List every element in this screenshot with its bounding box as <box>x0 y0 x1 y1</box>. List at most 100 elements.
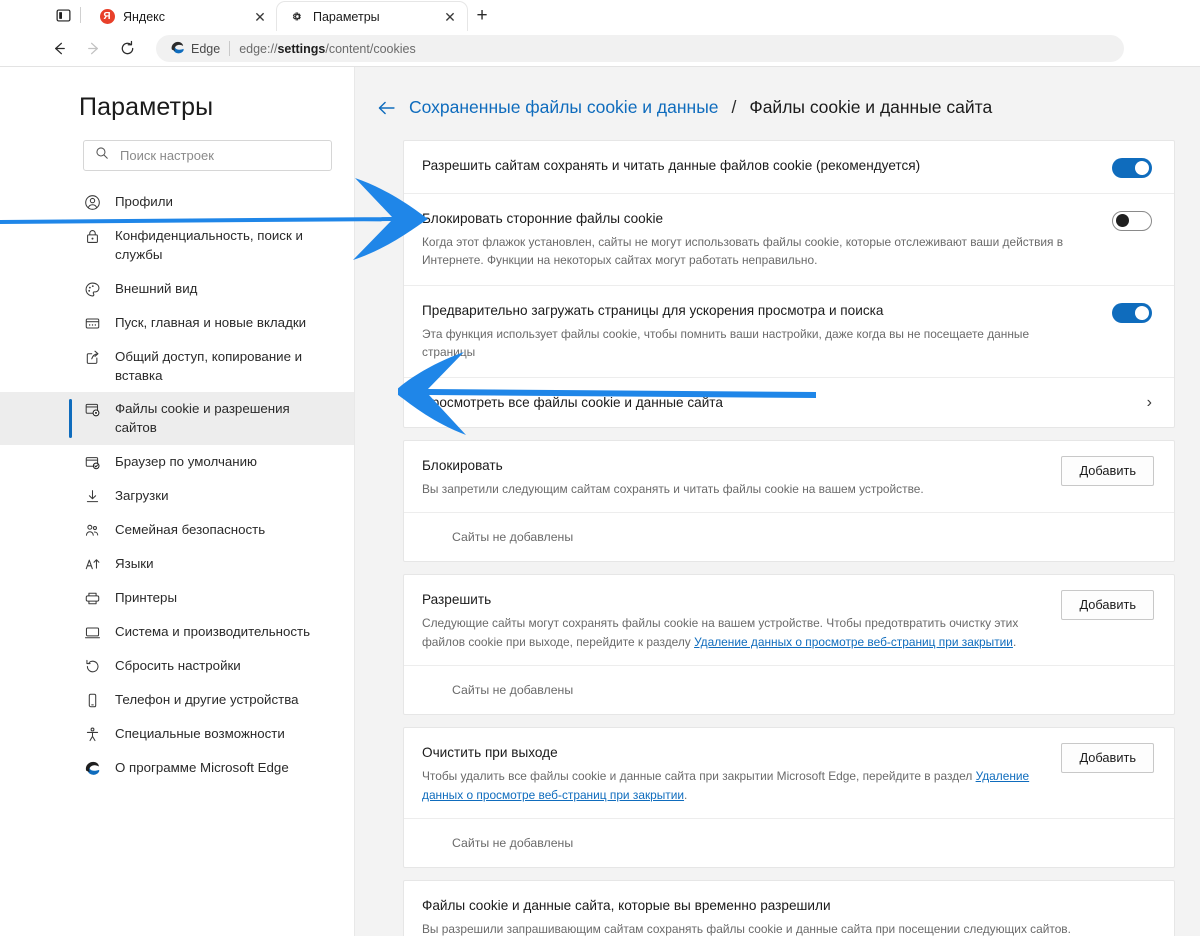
url-suffix: /content/cookies <box>325 41 416 56</box>
section-card-block: Блокировать Вы запретили следующим сайта… <box>403 439 1175 563</box>
toggle-knob <box>1135 305 1149 320</box>
back-button[interactable] <box>44 35 74 63</box>
url-prefix: edge:// <box>239 41 278 56</box>
sidebar-item-label: Пуск, главная и новые вкладки <box>115 314 307 330</box>
sidebar-item-about-edge[interactable]: О программе Microsoft Edge <box>0 751 355 785</box>
edge-brand-label: Edge <box>191 41 221 56</box>
section-description: Вы запретили следующим сайтам сохранять … <box>422 481 924 496</box>
cookie-permissions-icon <box>83 400 102 419</box>
setting-row-view-all-cookies[interactable]: Просмотреть все файлы cookie и данные са… <box>404 378 1174 427</box>
browser-toolbar: Edge edge://settings/content/cookies <box>0 31 1200 66</box>
search-input[interactable]: Поиск настроек <box>83 140 332 171</box>
section-header: Блокировать Вы запретили следующим сайта… <box>404 441 1174 514</box>
system-icon <box>83 623 102 642</box>
setting-row-block-third-party-cookies[interactable]: Блокировать сторонние файлы cookie Когда… <box>404 194 1174 286</box>
row-title: Просмотреть все файлы cookie и данные са… <box>422 394 723 410</box>
section-card-temporarily-allowed: Файлы cookie и данные сайта, которые вы … <box>403 880 1175 936</box>
empty-state-text: Сайты не добавлены <box>452 683 574 698</box>
row-description: Когда этот флажок установлен, сайты не м… <box>422 235 1064 268</box>
close-icon[interactable]: ✕ <box>251 8 269 26</box>
breadcrumb-parent-link[interactable]: Сохраненные файлы cookie и данные <box>409 97 719 118</box>
section-header: Разрешить Следующие сайты могут сохранят… <box>404 575 1174 667</box>
section-title: Разрешить <box>422 592 492 608</box>
row-text: Разрешить сайтам сохранять и читать данн… <box>422 156 1096 175</box>
reload-button[interactable] <box>112 35 142 63</box>
breadcrumb-current: Файлы cookie и данные сайта <box>749 97 993 117</box>
language-icon <box>83 555 102 574</box>
sidebar-item-label: Система и производительность <box>115 623 311 639</box>
sidebar-item-label: Файлы cookie и разрешения сайтов <box>115 401 290 436</box>
sidebar-item-label: Конфиденциальность, поиск и службы <box>115 228 303 263</box>
tab-list-icon[interactable] <box>48 1 78 29</box>
row-text: Просмотреть все файлы cookie и данные са… <box>422 393 1131 412</box>
sidebar-item-printers[interactable]: Принтеры <box>0 581 355 615</box>
close-icon[interactable]: ✕ <box>441 8 459 26</box>
sidebar-item-label: Языки <box>115 555 154 571</box>
add-button[interactable]: Добавить <box>1061 455 1154 486</box>
page-title: Параметры <box>79 93 214 121</box>
section-card-allow: Разрешить Следующие сайты могут сохранят… <box>403 574 1175 716</box>
address-bar[interactable]: Edge edge://settings/content/cookies <box>156 35 1124 62</box>
sidebar-item-family-safety[interactable]: Семейная безопасность <box>0 513 355 547</box>
sidebar-item-label: Специальные возможности <box>115 725 285 741</box>
add-button[interactable]: Добавить <box>1061 743 1154 774</box>
sidebar-item-appearance[interactable]: Внешний вид <box>0 272 355 306</box>
sidebar-item-start-home-newtabs[interactable]: Пуск, главная и новые вкладки <box>0 306 355 340</box>
sidebar-item-cookies-and-site-permissions[interactable]: Файлы cookie и разрешения сайтов <box>0 392 355 445</box>
cookie-settings-card: Разрешить сайтам сохранять и читать данн… <box>403 140 1175 428</box>
sidebar-item-label: О программе Microsoft Edge <box>115 759 289 775</box>
sidebar-item-languages[interactable]: Языки <box>0 547 355 581</box>
yandex-favicon-letter: Я <box>99 9 115 24</box>
lock-icon <box>83 227 102 246</box>
toggle-block-third-party-cookies[interactable] <box>1112 211 1152 231</box>
section-card-clear-on-exit: Очистить при выходе Чтобы удалить все фа… <box>403 727 1175 869</box>
row-title: Разрешить сайтам сохранять и читать данн… <box>422 158 921 173</box>
add-button[interactable]: Добавить <box>1061 590 1154 621</box>
sidebar-item-phone-and-devices[interactable]: Телефон и другие устройства <box>0 683 355 717</box>
sidebar-item-privacy[interactable]: Конфиденциальность, поиск и службы <box>0 219 355 272</box>
sidebar-item-profiles[interactable]: Профили <box>0 185 355 219</box>
section-title: Очистить при выходе <box>422 745 558 761</box>
empty-state-text: Сайты не добавлены <box>452 836 574 851</box>
setting-row-preload-pages[interactable]: Предварительно загружать страницы для ус… <box>404 286 1174 378</box>
chevron-right-icon[interactable]: › <box>1147 394 1152 412</box>
sidebar-item-label: Телефон и другие устройства <box>115 691 299 707</box>
row-text: Очистить при выходе Чтобы удалить все фа… <box>422 743 1043 804</box>
sidebar-item-system-performance[interactable]: Система и производительность <box>0 615 355 649</box>
toggle-preload-pages[interactable] <box>1112 302 1152 323</box>
section-title: Блокировать <box>422 457 503 473</box>
sidebar-item-label: Общий доступ, копирование и вставка <box>115 348 303 383</box>
printer-icon <box>83 589 102 608</box>
new-tab-button[interactable]: + <box>467 2 497 30</box>
sidebar-item-reset-settings[interactable]: Сбросить настройки <box>0 649 355 683</box>
default-browser-icon <box>83 453 102 472</box>
sidebar-item-label: Принтеры <box>115 589 178 605</box>
tab-yandex[interactable]: Я Яндекс ✕ <box>87 2 277 31</box>
tab-strip: Я Яндекс ✕ Параметры ✕ + <box>0 0 1200 31</box>
edge-brand: Edge <box>170 40 220 58</box>
section-description: Вы разрешили запрашивающим сайтам сохран… <box>422 922 1071 936</box>
window-icon <box>83 314 102 333</box>
settings-page: Параметры Поиск настроек Профили Конфиде… <box>0 67 1200 936</box>
sidebar-item-label: Сбросить настройки <box>115 657 241 673</box>
tab-settings[interactable]: Параметры ✕ <box>277 2 467 31</box>
sidebar-item-accessibility[interactable]: Специальные возможности <box>0 717 355 751</box>
breadcrumb: Сохраненные файлы cookie и данные / Файл… <box>355 97 1200 140</box>
back-arrow-icon[interactable] <box>377 100 396 116</box>
setting-row-allow-sites-save-read-cookies[interactable]: Разрешить сайтам сохранять и читать данн… <box>404 141 1174 194</box>
family-icon <box>83 521 102 540</box>
sidebar-item-share-copy-paste[interactable]: Общий доступ, копирование и вставка <box>0 340 355 393</box>
sidebar-item-default-browser[interactable]: Браузер по умолчанию <box>0 445 355 479</box>
settings-sidebar: Параметры Поиск настроек Профили Конфиде… <box>0 67 355 936</box>
toggle-knob <box>1116 214 1129 227</box>
toggle-knob <box>1135 161 1149 175</box>
forward-button[interactable] <box>78 35 108 63</box>
share-icon <box>83 348 102 367</box>
edge-icon <box>83 759 102 778</box>
sidebar-item-downloads[interactable]: Загрузки <box>0 479 355 513</box>
yandex-icon: Я <box>99 9 115 25</box>
toggle-allow-cookies[interactable] <box>1112 158 1152 178</box>
profile-icon <box>83 193 102 212</box>
clear-browsing-data-link[interactable]: Удаление данных о просмотре веб-страниц … <box>694 635 1013 649</box>
sidebar-item-label: Внешний вид <box>115 280 198 296</box>
